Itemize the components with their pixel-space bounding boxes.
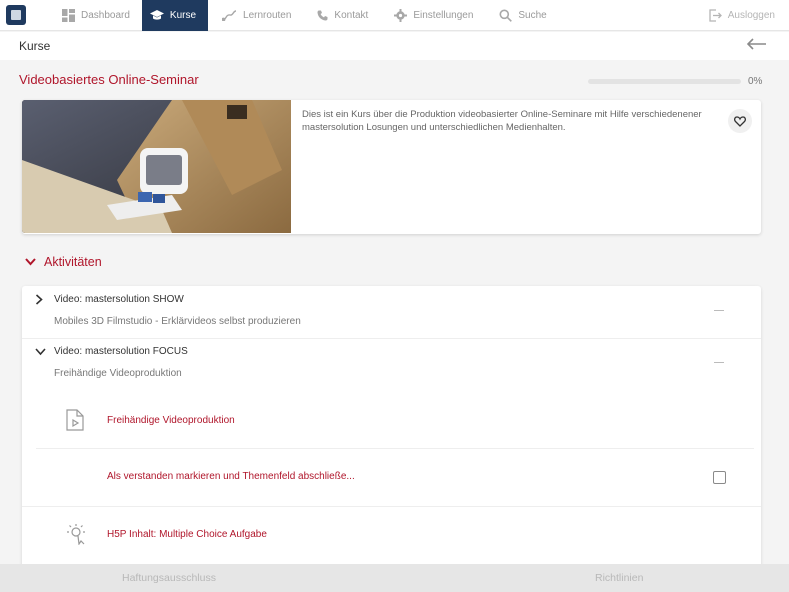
- nav-item-kurse[interactable]: Kurse: [141, 0, 209, 31]
- page-header: Kurse: [0, 32, 789, 60]
- favorite-button[interactable]: [728, 109, 752, 133]
- grid-icon: [62, 8, 75, 22]
- page-title: Kurse: [19, 39, 51, 53]
- course-card: Dies ist ein Kurs über die Produktion vi…: [22, 100, 761, 234]
- nav-item-label: Dashboard: [81, 9, 130, 21]
- top-navigation: Dashboard Kurse Lernrouten Kontakt Einst…: [0, 0, 789, 31]
- section-header-focus[interactable]: Video: mastersolution FOCUS Freihändige …: [22, 339, 761, 391]
- route-icon: [222, 9, 237, 21]
- activity-item-video[interactable]: Freihändige Videoproduktion: [22, 391, 761, 448]
- section-header-show[interactable]: Video: mastersolution SHOW Mobiles 3D Fi…: [22, 286, 761, 338]
- footer-bar: Haftungsausschluss Richtlinien: [0, 564, 789, 592]
- course-title: Videobasiertes Online-Seminar: [19, 72, 199, 87]
- chevron-down-icon: [25, 258, 36, 266]
- activities-toggle[interactable]: Aktivitäten: [25, 255, 102, 269]
- course-progress-bar: [588, 79, 741, 84]
- nav-item-lernrouten[interactable]: Lernrouten: [208, 0, 303, 31]
- heart-icon: [734, 115, 746, 127]
- activity-label: Als verstanden markieren und Themenfeld …: [107, 471, 355, 482]
- activities-panel: Video: mastersolution SHOW Mobiles 3D Fi…: [22, 286, 761, 576]
- gear-icon: [394, 8, 408, 22]
- h5p-bulb-icon: [67, 524, 85, 545]
- nav-item-kontakt[interactable]: Kontakt: [303, 0, 380, 31]
- progress-label: 0%: [748, 76, 763, 87]
- nav-item-einstellungen[interactable]: Einstellungen: [380, 0, 485, 31]
- section-subtitle: Mobiles 3D Filmstudio - Erklärvideos sel…: [54, 316, 301, 327]
- back-button[interactable]: [746, 37, 767, 55]
- collapse-dash-icon: [714, 310, 724, 311]
- activities-heading: Aktivitäten: [44, 255, 102, 269]
- course-description: Dies ist ein Kurs über die Produktion vi…: [302, 109, 702, 133]
- arrow-left-icon: [746, 38, 766, 50]
- course-image: [22, 100, 291, 233]
- logout-button[interactable]: Ausloggen: [709, 8, 775, 22]
- nav-item-label: Einstellungen: [413, 9, 474, 21]
- activity-item-h5p[interactable]: H5P Inhalt: Multiple Choice Aufgabe: [22, 507, 761, 564]
- logout-label: Ausloggen: [727, 9, 775, 21]
- app-logo[interactable]: [6, 5, 26, 25]
- chevron-down-icon: [35, 348, 46, 356]
- nav-item-label: Kurse: [169, 9, 197, 21]
- activity-label: Freihändige Videoproduktion: [107, 415, 235, 426]
- nav-item-label: Suche: [518, 9, 547, 21]
- nav-item-label: Lernrouten: [243, 9, 292, 21]
- activity-item-complete[interactable]: Als verstanden markieren und Themenfeld …: [22, 449, 761, 506]
- graduation-cap-icon: [149, 10, 164, 20]
- nav-item-dashboard[interactable]: Dashboard: [48, 0, 142, 31]
- logout-icon: [709, 8, 722, 22]
- nav-item-suche[interactable]: Suche: [485, 0, 558, 31]
- collapse-dash-icon: [714, 362, 724, 363]
- section-title: Video: mastersolution FOCUS: [54, 346, 188, 357]
- section-subtitle: Freihändige Videoproduktion: [54, 368, 182, 379]
- section-title: Video: mastersolution SHOW: [54, 294, 184, 305]
- search-icon: [499, 9, 513, 22]
- guidelines-link[interactable]: Richtlinien: [595, 572, 643, 584]
- phone-icon: [317, 10, 328, 20]
- chevron-right-icon: [35, 294, 43, 305]
- activity-label: H5P Inhalt: Multiple Choice Aufgabe: [107, 529, 267, 540]
- complete-checkbox[interactable]: [713, 471, 726, 484]
- disclaimer-link[interactable]: Haftungsausschluss: [122, 572, 216, 584]
- video-file-icon: [66, 409, 84, 431]
- nav-item-label: Kontakt: [334, 9, 369, 21]
